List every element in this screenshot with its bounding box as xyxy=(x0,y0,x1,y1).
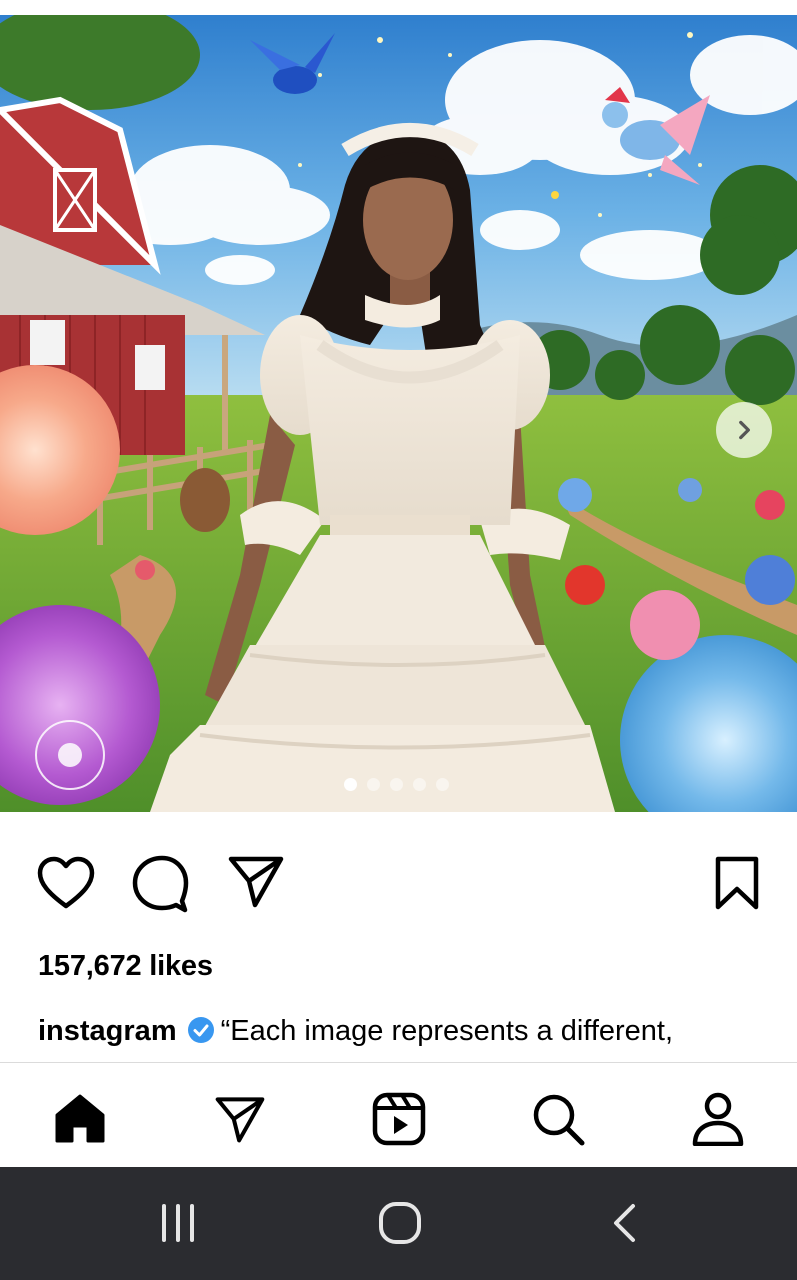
nav-messages[interactable] xyxy=(212,1091,268,1147)
status-gap xyxy=(0,0,797,15)
nav-home[interactable] xyxy=(52,1091,108,1147)
heart-icon xyxy=(37,856,95,909)
carousel-dot xyxy=(436,778,449,791)
share-button[interactable] xyxy=(227,853,285,914)
system-back-button[interactable] xyxy=(594,1197,654,1249)
comment-icon xyxy=(132,855,189,913)
like-button[interactable] xyxy=(36,855,96,916)
verified-badge-icon xyxy=(187,1015,215,1055)
nav-reels[interactable] xyxy=(371,1091,427,1147)
likes-count[interactable]: 157,672 likes xyxy=(38,950,213,983)
post-caption: instagram “Each image represents a differ… xyxy=(38,1011,778,1061)
save-button[interactable] xyxy=(712,855,762,916)
bookmark-icon xyxy=(715,856,759,910)
carousel-dot xyxy=(367,778,380,791)
send-icon xyxy=(228,856,284,908)
post-image-artwork xyxy=(0,15,797,812)
carousel-dot xyxy=(344,778,357,791)
reels-icon xyxy=(372,1092,426,1146)
profile-icon xyxy=(692,1092,744,1146)
caption-text: “Each image represents a different, xyxy=(220,1015,674,1047)
carousel-next-button[interactable] xyxy=(716,402,772,458)
system-home-button[interactable] xyxy=(370,1197,430,1249)
comment-button[interactable] xyxy=(130,853,190,918)
carousel-dot xyxy=(413,778,426,791)
bottom-navigation xyxy=(0,1062,797,1168)
caption-username[interactable]: instagram xyxy=(38,1015,177,1047)
home-circle-icon xyxy=(379,1202,421,1244)
android-navigation-bar xyxy=(0,1167,797,1280)
search-icon xyxy=(533,1094,585,1146)
messages-icon xyxy=(215,1097,265,1143)
chevron-right-icon xyxy=(739,420,750,440)
recents-icon xyxy=(162,1204,194,1242)
carousel-dot xyxy=(390,778,403,791)
home-icon xyxy=(55,1094,105,1143)
carousel-indicator xyxy=(344,778,449,791)
nav-profile[interactable] xyxy=(690,1091,746,1147)
back-icon xyxy=(614,1204,635,1242)
post-image[interactable] xyxy=(0,15,797,812)
nav-search[interactable] xyxy=(530,1091,586,1147)
system-recents-button[interactable] xyxy=(148,1197,208,1249)
